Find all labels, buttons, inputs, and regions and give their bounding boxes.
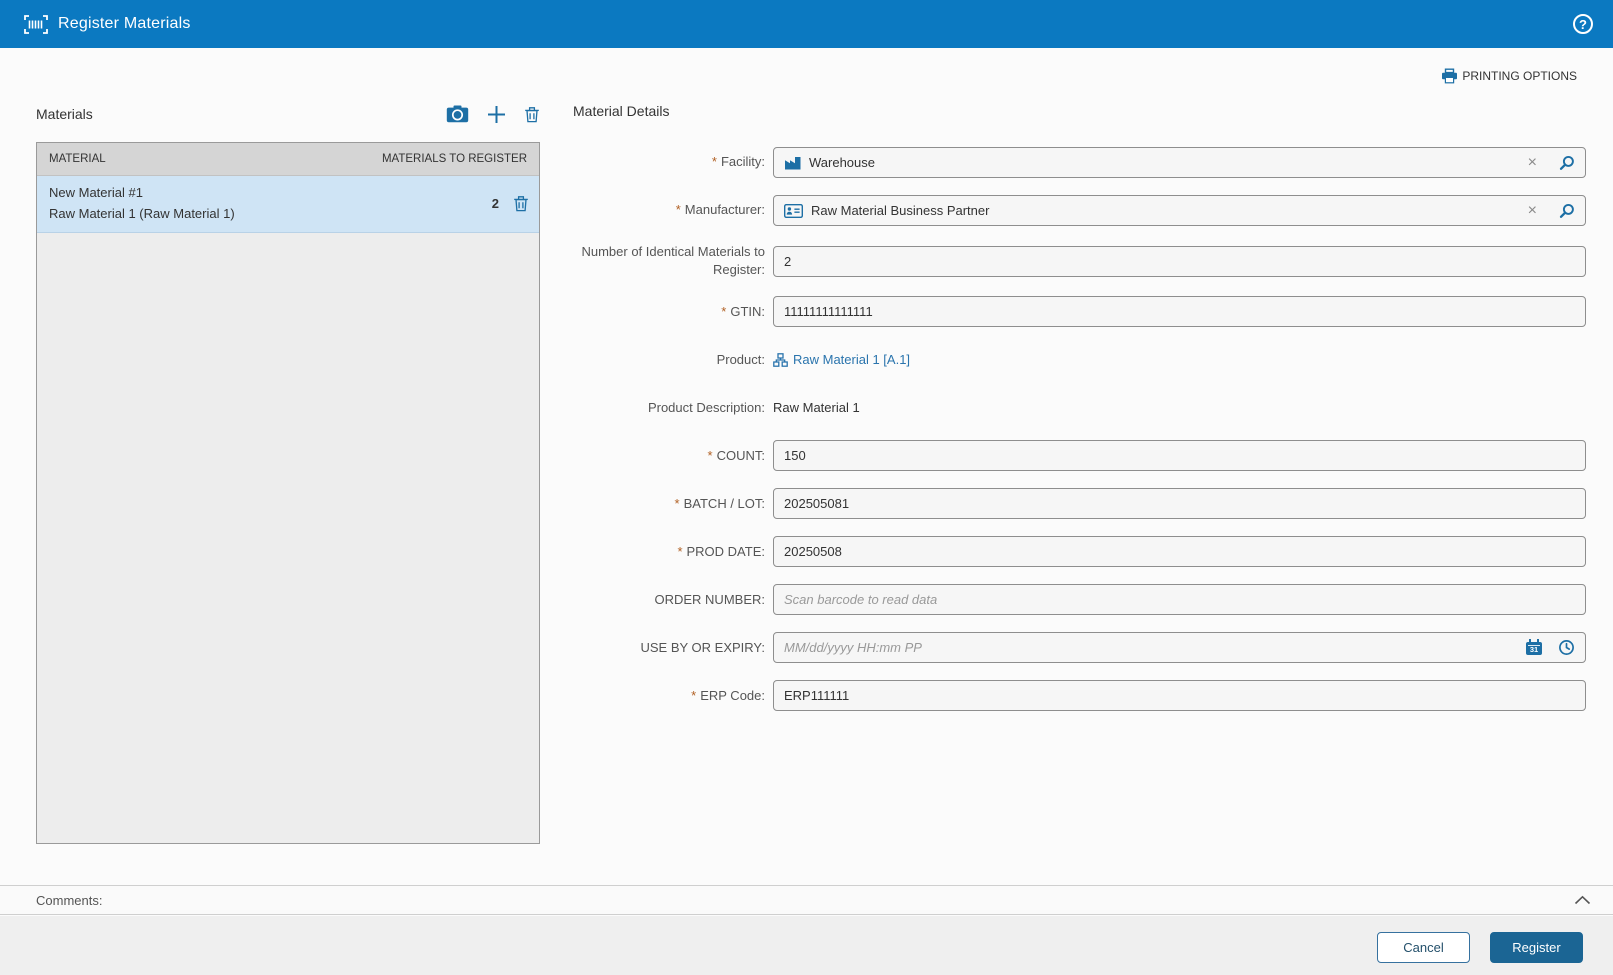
product-label: Product: — [716, 351, 765, 367]
barcode-scan-icon — [24, 14, 48, 34]
material-list-item-selected[interactable]: New Material #1 Raw Material 1 (Raw Mate… — [37, 176, 539, 233]
field-row-manufacturer: *Manufacturer: × — [573, 195, 1586, 226]
gtin-label: * GTIN: — [721, 303, 765, 319]
material-name-line2: Raw Material 1 (Raw Material 1) — [49, 205, 235, 221]
required-marker: * — [711, 154, 717, 170]
printer-icon — [1441, 68, 1458, 84]
field-row-count: * COUNT: — [573, 440, 1586, 472]
manufacturer-clear-icon[interactable]: × — [1528, 202, 1537, 219]
material-names: New Material #1 Raw Material 1 (Raw Mate… — [49, 183, 235, 225]
footer-bar: Cancel Register — [0, 916, 1613, 975]
order-number-input[interactable] — [784, 585, 1575, 615]
gtin-field — [773, 296, 1586, 328]
comments-label: Comments: — [36, 892, 103, 908]
register-button[interactable]: Register — [1490, 932, 1583, 963]
order-number-field — [773, 584, 1586, 616]
prod-date-label: * PROD DATE: — [677, 543, 765, 559]
prod-date-input[interactable] — [784, 537, 1575, 567]
facility-search-icon[interactable] — [1559, 155, 1575, 171]
facility-label: * Facility: — [711, 154, 765, 170]
delete-row-trash-icon[interactable] — [513, 195, 529, 212]
count-input[interactable] — [784, 441, 1575, 471]
product-description-value: Raw Material 1 — [773, 400, 860, 416]
materials-to-register-count: 2 — [491, 196, 499, 212]
business-partner-card-icon — [784, 203, 803, 218]
material-name-line1: New Material #1 — [49, 185, 143, 200]
materials-header: Materials — [36, 100, 540, 128]
prod-date-field — [773, 536, 1586, 568]
chevron-up-icon[interactable] — [1574, 895, 1591, 905]
manufacturer-lookup-field: × — [773, 195, 1586, 226]
material-row-actions: 2 — [492, 195, 529, 212]
material-details-section: Material Details *Facility: × — [573, 103, 1586, 728]
product-hierarchy-icon — [773, 353, 788, 367]
gtin-input[interactable] — [784, 297, 1575, 327]
required-marker: * — [675, 202, 681, 218]
required-marker: * — [674, 495, 680, 511]
count-label: * COUNT: — [707, 447, 765, 463]
comments-bar: Comments: — [0, 885, 1613, 915]
use-by-input[interactable] — [784, 633, 1518, 663]
batch-lot-input[interactable] — [784, 489, 1575, 519]
column-materials-to-register: MATERIALS TO REGISTER — [381, 153, 527, 165]
num-identical-input[interactable] — [784, 246, 1575, 276]
field-row-use-by: USE BY OR EXPIRY: 31 — [573, 632, 1586, 664]
column-material: MATERIAL — [49, 153, 106, 165]
facility-lookup-field: × — [773, 147, 1586, 178]
manufacturer-label: * Manufacturer: — [675, 202, 765, 218]
required-marker: * — [707, 447, 713, 463]
num-identical-label: Number of Identical Materials to Registe… — [581, 244, 765, 278]
app-bar: Register Materials ? — [0, 0, 1613, 48]
field-row-prod-date: * PROD DATE: — [573, 536, 1586, 568]
manufacturer-search-icon[interactable] — [1559, 203, 1575, 219]
erp-code-input[interactable] — [784, 681, 1575, 711]
required-marker: * — [677, 543, 683, 559]
use-by-field: 31 — [773, 632, 1586, 664]
product-description-label: Product Description: — [647, 399, 765, 415]
manufacturer-input[interactable] — [811, 196, 1520, 225]
erp-code-field — [773, 680, 1586, 712]
field-row-product-description: Product Description: Raw Material 1 — [573, 392, 1586, 423]
product-link[interactable]: Raw Material 1 [A.1] — [773, 352, 910, 367]
field-row-gtin: * GTIN: — [573, 296, 1586, 328]
materials-title: Materials — [36, 106, 93, 122]
required-marker: * — [721, 303, 727, 319]
calendar-icon[interactable]: 31 — [1526, 639, 1542, 656]
field-row-product: Product: Raw Material 1 [A.1] — [573, 344, 1586, 375]
erp-code-label: * ERP Code: — [691, 687, 765, 703]
materials-toolbar — [446, 105, 540, 124]
printing-options-label: PRINTING OPTIONS — [1462, 69, 1577, 83]
register-materials-page: Register Materials ? PRINTING OPTIONS Ma… — [0, 0, 1613, 975]
clock-icon[interactable] — [1558, 639, 1575, 656]
facility-clear-icon[interactable]: × — [1528, 154, 1537, 171]
field-row-facility: *Facility: × — [573, 147, 1586, 178]
use-by-label: USE BY OR EXPIRY: — [640, 639, 765, 655]
count-field — [773, 440, 1586, 472]
facility-input[interactable] — [809, 148, 1520, 177]
printing-options-button[interactable]: PRINTING OPTIONS — [1441, 68, 1577, 84]
num-identical-field — [773, 245, 1586, 277]
order-number-label: ORDER NUMBER: — [654, 591, 765, 607]
delete-all-trash-icon[interactable] — [524, 106, 540, 123]
required-marker: * — [691, 687, 697, 703]
page-title: Register Materials — [58, 15, 191, 32]
field-row-erp-code: * ERP Code: — [573, 680, 1586, 712]
materials-table-header: MATERIAL MATERIALS TO REGISTER — [37, 143, 539, 176]
field-row-batch-lot: * BATCH / LOT: — [573, 488, 1586, 520]
help-icon[interactable]: ? — [1573, 14, 1593, 34]
material-details-title: Material Details — [573, 103, 670, 119]
product-link-text: Raw Material 1 [A.1] — [793, 352, 911, 368]
materials-section: Materials MATERIAL MATERIALS TO REGISTER… — [36, 100, 540, 844]
batch-lot-label: * BATCH / LOT: — [674, 495, 765, 511]
facility-icon — [784, 156, 801, 170]
material-details-form: *Facility: × — [573, 147, 1586, 712]
camera-icon[interactable] — [446, 105, 469, 123]
add-material-icon[interactable] — [487, 105, 506, 124]
field-row-order-number: ORDER NUMBER: — [573, 584, 1586, 616]
field-row-num-identical: Number of Identical Materials to Registe… — [573, 243, 1586, 279]
cancel-button[interactable]: Cancel — [1377, 932, 1470, 963]
batch-lot-field — [773, 488, 1586, 520]
materials-list-panel: MATERIAL MATERIALS TO REGISTER New Mater… — [36, 142, 540, 844]
